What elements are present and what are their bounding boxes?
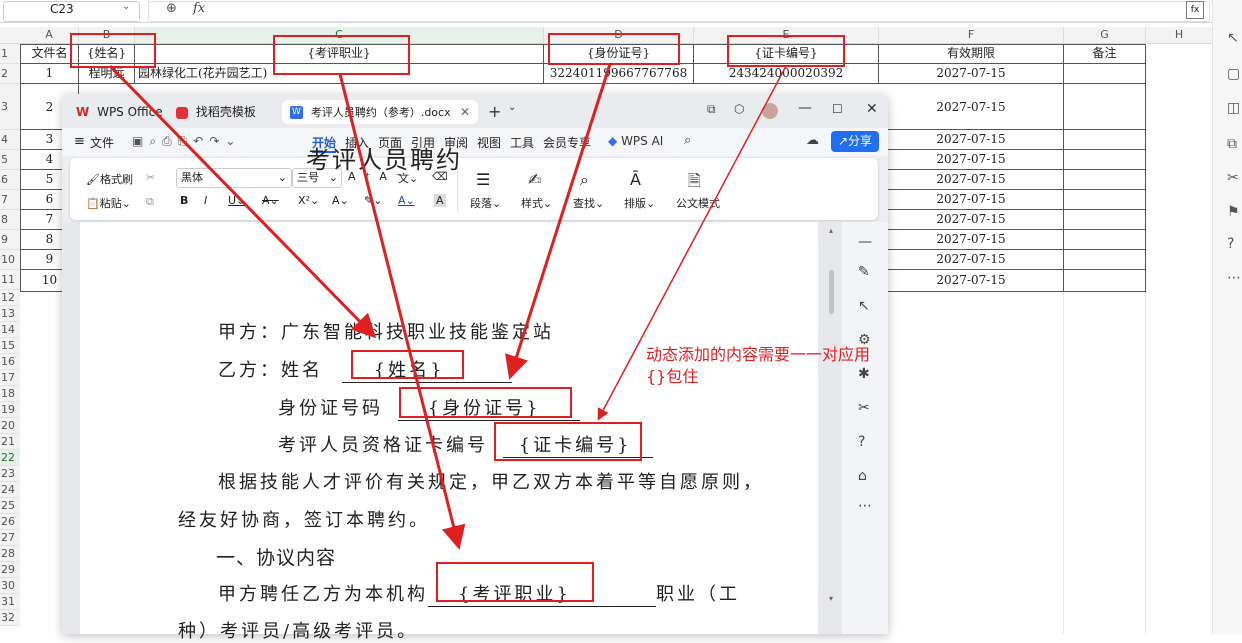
annotation-note: 动态添加的内容需要一一对应用{}包住: [646, 345, 871, 386]
arrow-name: [108, 64, 377, 339]
arrow-job: [338, 73, 466, 550]
annotation-arrows: [108, 63, 787, 550]
arrow-id: [505, 63, 612, 380]
